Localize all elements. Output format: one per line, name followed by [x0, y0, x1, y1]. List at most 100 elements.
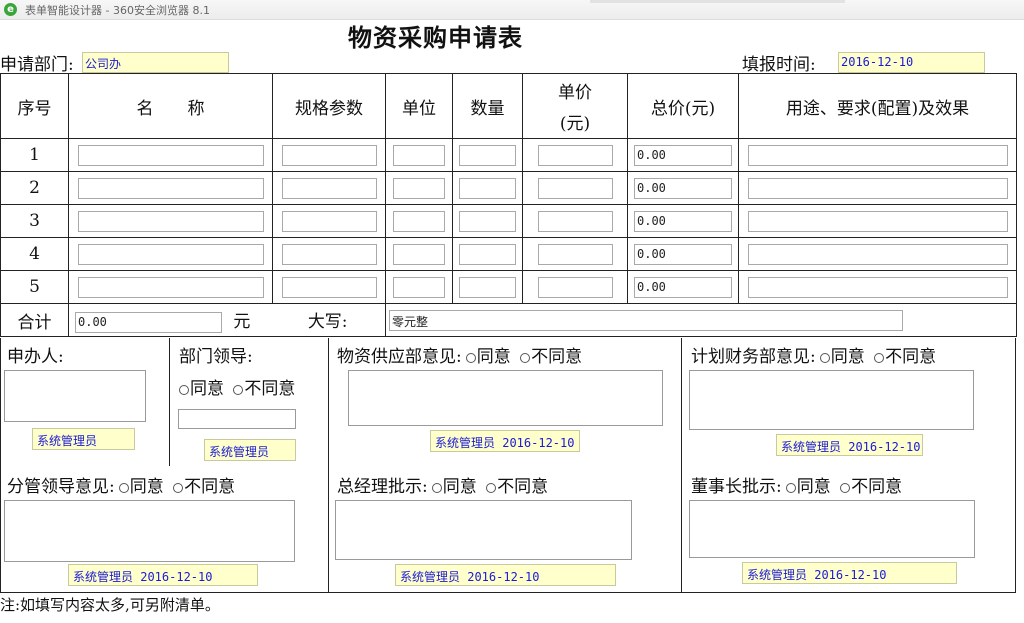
row-seq: 5	[0, 270, 69, 304]
disagree-label: 不同意	[244, 379, 296, 399]
chairman-opinion-box[interactable]	[689, 500, 975, 558]
item-use-input[interactable]	[747, 243, 1008, 265]
table-row: 4 0.00	[0, 237, 1017, 271]
item-unit-input[interactable]	[393, 144, 445, 166]
item-spec-input[interactable]	[281, 210, 377, 232]
header-use: 用途、要求(配置)及效果	[738, 73, 1017, 139]
disagree-radio[interactable]	[233, 384, 244, 395]
item-price-input[interactable]	[537, 243, 613, 265]
item-qty-input[interactable]	[459, 177, 516, 199]
disagree-radio[interactable]	[874, 352, 885, 363]
branch-leader-opinion-box[interactable]	[4, 500, 295, 562]
item-qty-input[interactable]	[459, 276, 516, 298]
dept-leader-opinion-box[interactable]	[178, 409, 296, 429]
item-unit-input[interactable]	[393, 276, 445, 298]
finance-dept-label: 计划财务部意见: 同意 不同意	[691, 342, 936, 367]
supply-dept-opinion-box[interactable]	[348, 370, 663, 426]
gm-signature: 系统管理员 2016-12-10	[395, 564, 616, 586]
supply-dept-label: 物资供应部意见: 同意 不同意	[337, 342, 582, 367]
disagree-radio[interactable]	[840, 482, 851, 493]
item-qty-input[interactable]	[459, 210, 516, 232]
disagree-radio[interactable]	[520, 352, 531, 363]
disagree-label: 不同意	[885, 347, 937, 367]
item-qty-input[interactable]	[459, 144, 516, 166]
agree-radio[interactable]	[465, 352, 476, 363]
window-title: 表单智能设计器 - 360安全浏览器 8.1	[25, 3, 210, 17]
chairman-signature: 系统管理员 2016-12-10	[742, 562, 957, 584]
row-seq: 3	[0, 204, 69, 238]
agree-radio[interactable]	[118, 482, 129, 493]
item-qty-input[interactable]	[459, 243, 516, 265]
item-unit-input[interactable]	[393, 243, 445, 265]
row-seq: 4	[0, 237, 69, 271]
divider	[328, 338, 329, 593]
item-unit-input[interactable]	[393, 177, 445, 199]
supply-dept-signature: 系统管理员 2016-12-10	[430, 430, 580, 452]
header-qty: 数量	[452, 73, 523, 139]
item-name-input[interactable]	[77, 243, 264, 265]
finance-dept-title: 计划财务部意见:	[691, 347, 816, 367]
divider	[169, 338, 170, 466]
row-seq: 1	[0, 138, 69, 172]
item-name-input[interactable]	[77, 210, 264, 232]
item-name-input[interactable]	[77, 177, 264, 199]
item-total-field[interactable]: 0.00	[634, 210, 732, 232]
table-header-row: 序号 名 称 规格参数 单位 数量 单价 (元) 总价(元) 用途、要求(配置)…	[0, 73, 1017, 139]
chairman-title: 董事长批示:	[691, 477, 782, 497]
item-price-input[interactable]	[537, 276, 613, 298]
item-use-input[interactable]	[747, 144, 1008, 166]
item-unit-input[interactable]	[393, 210, 445, 232]
uppercase-field[interactable]: 零元整	[389, 309, 903, 331]
gm-label: 总经理批示: 同意 不同意	[337, 472, 548, 497]
item-name-input[interactable]	[77, 276, 264, 298]
disagree-label: 不同意	[851, 477, 903, 497]
applicant-label: 申办人:	[7, 347, 64, 367]
header-spec: 规格参数	[272, 73, 386, 139]
agree-radio[interactable]	[785, 482, 796, 493]
agree-radio[interactable]	[431, 482, 442, 493]
item-price-input[interactable]	[537, 177, 613, 199]
disagree-radio[interactable]	[173, 482, 184, 493]
dept-leader-label: 部门领导:	[179, 347, 253, 367]
applicant-signature: 系统管理员	[32, 428, 135, 450]
item-spec-input[interactable]	[281, 243, 377, 265]
item-use-input[interactable]	[747, 210, 1008, 232]
item-total-field[interactable]: 0.00	[634, 177, 732, 199]
table-row: 2 0.00	[0, 171, 1017, 205]
branch-leader-label: 分管领导意见: 同意 不同意	[7, 472, 235, 497]
item-name-input[interactable]	[77, 144, 264, 166]
divider	[681, 338, 682, 593]
sum-field[interactable]: 0.00	[75, 312, 222, 333]
agree-radio[interactable]	[819, 352, 830, 363]
department-field[interactable]: 公司办	[82, 52, 229, 73]
tab-strip	[590, 0, 845, 3]
item-spec-input[interactable]	[281, 276, 377, 298]
agree-label: 同意	[830, 347, 865, 367]
fill-time-field[interactable]: 2016-12-10	[838, 52, 985, 73]
table-row: 5 0.00	[0, 270, 1017, 304]
dept-leader-signature: 系统管理员	[204, 439, 296, 461]
sum-row: 合计 0.00 元 大写: 零元整	[0, 303, 1017, 337]
item-spec-input[interactable]	[281, 177, 377, 199]
disagree-label: 不同意	[497, 477, 549, 497]
item-total-field[interactable]: 0.00	[634, 276, 732, 298]
applicant-opinion-box[interactable]	[4, 370, 146, 422]
finance-dept-signature: 系统管理员 2016-12-10	[776, 434, 923, 456]
header-price-line1: 单价	[558, 83, 592, 103]
row-seq: 2	[0, 171, 69, 205]
gm-opinion-box[interactable]	[335, 500, 632, 560]
item-spec-input[interactable]	[281, 144, 377, 166]
item-use-input[interactable]	[747, 276, 1008, 298]
item-total-field[interactable]: 0.00	[634, 144, 732, 166]
item-price-input[interactable]	[537, 144, 613, 166]
uppercase-label: 大写:	[307, 312, 348, 332]
disagree-label: 不同意	[184, 477, 236, 497]
item-price-input[interactable]	[537, 210, 613, 232]
browser-logo-icon: e	[4, 3, 17, 16]
disagree-radio[interactable]	[486, 482, 497, 493]
agree-radio[interactable]	[179, 384, 189, 395]
item-total-field[interactable]: 0.00	[634, 243, 732, 265]
table-row: 3 0.00	[0, 204, 1017, 238]
item-use-input[interactable]	[747, 177, 1008, 199]
finance-dept-opinion-box[interactable]	[689, 370, 974, 430]
